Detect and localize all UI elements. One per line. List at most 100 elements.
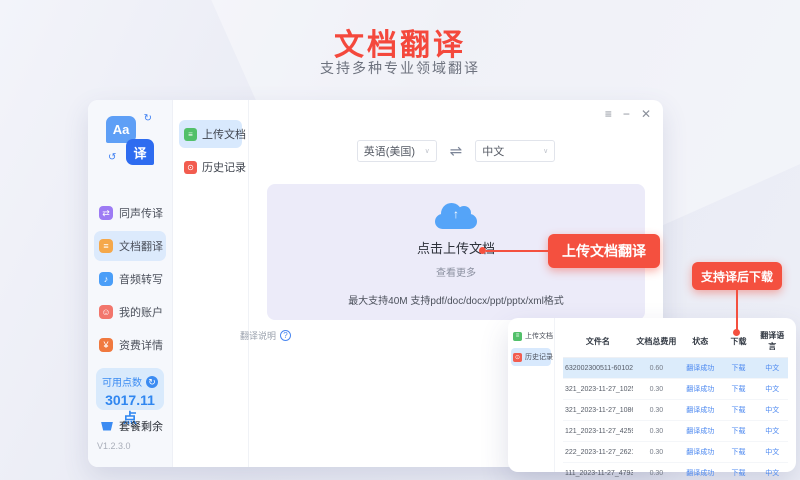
- sidebar-item-icon: ☺: [99, 305, 113, 319]
- sidebar-item-label: 资费详情: [119, 337, 163, 353]
- history-tab-item[interactable]: ⊙ 历史记录: [511, 348, 551, 366]
- sidebar-item-label: 我的账户: [119, 304, 163, 320]
- table-header-cell: 文档总费用: [633, 336, 680, 347]
- cell-download-link[interactable]: 下载: [721, 447, 757, 457]
- cell-download-link[interactable]: 下载: [721, 426, 757, 436]
- points-label: 可用点数: [102, 374, 142, 389]
- download-callout-badge: 支持译后下载: [692, 262, 782, 290]
- sidebar-item-icon: ¥: [99, 338, 113, 352]
- translation-help: 翻译说明 ?: [240, 329, 291, 342]
- cell-filename: 222_2023-11-27_2621..: [563, 449, 633, 456]
- app-logo: ↻ Aa 译 ↺: [106, 113, 156, 165]
- tabs: ≡ 上传文档 ⊙ 历史记录: [173, 120, 248, 181]
- cell-filename: 121_2023-11-27_4259..: [563, 428, 633, 435]
- cell-cost: 0.30: [633, 407, 680, 414]
- annotation-dot: [733, 329, 740, 336]
- cell-cost: 0.30: [633, 428, 680, 435]
- sidebar-item-label: 同声传译: [119, 205, 163, 221]
- cell-status: 翻译成功: [680, 468, 721, 478]
- sidebar-item-icon: ≡: [99, 239, 113, 253]
- annotation-dot: [479, 247, 486, 254]
- table-row[interactable]: 111_2023-11-27_4793.. 0.30 翻译成功 下载 中文: [563, 463, 788, 480]
- package-remaining[interactable]: 套餐剩余: [101, 418, 163, 434]
- cell-status: 翻译成功: [680, 384, 721, 394]
- history-tab-label: 上传文档: [525, 331, 553, 341]
- cart-icon: [101, 422, 113, 431]
- help-label: 翻译说明: [240, 329, 276, 342]
- tab-item[interactable]: ≡ 上传文档: [179, 120, 242, 148]
- sidebar-item[interactable]: ☺ 我的账户: [94, 297, 166, 327]
- upload-format-note: 最大支持40M 支持pdf/doc/docx/ppt/pptx/xml格式: [267, 292, 645, 307]
- history-table: 文件名 文档总费用 状态 下载 翻译语言 632002300511-60102K…: [555, 318, 796, 472]
- close-icon[interactable]: ✕: [641, 107, 651, 121]
- cell-filename: 321_2023-11-27_1086..: [563, 407, 633, 414]
- sidebar-item[interactable]: ≡ 文档翻译: [94, 231, 166, 261]
- cell-language: 中文: [757, 426, 789, 436]
- refresh-icon[interactable]: ↻: [146, 376, 158, 388]
- table-header-row: 文件名 文档总费用 状态 下载 翻译语言: [563, 326, 788, 358]
- minimize-icon[interactable]: −: [623, 107, 630, 121]
- table-row[interactable]: 121_2023-11-27_4259.. 0.30 翻译成功 下载 中文: [563, 421, 788, 442]
- cell-status: 翻译成功: [680, 426, 721, 436]
- cell-cost: 0.30: [633, 449, 680, 456]
- target-language-select[interactable]: 中文 ∨: [475, 140, 555, 162]
- tab-label: 历史记录: [202, 159, 246, 175]
- table-header-cell: 翻译语言: [757, 330, 789, 352]
- version-label: V1.2.3.0: [97, 441, 131, 451]
- cell-download-link[interactable]: 下载: [721, 384, 757, 394]
- annotation-line: [486, 250, 548, 252]
- cell-download-link[interactable]: 下载: [721, 405, 757, 415]
- cell-language: 中文: [757, 468, 789, 478]
- cell-language: 中文: [757, 363, 789, 373]
- sidebar-item[interactable]: ⇄ 同声传译: [94, 198, 166, 228]
- tab-item[interactable]: ⊙ 历史记录: [179, 153, 242, 181]
- cell-language: 中文: [757, 384, 789, 394]
- package-label: 套餐剩余: [119, 418, 163, 434]
- cell-download-link[interactable]: 下载: [721, 468, 757, 478]
- cell-filename: 632002300511-60102K..: [563, 365, 633, 372]
- sidebar-menu: ⇄ 同声传译 ≡ 文档翻译 ♪ 音频转写 ☺: [94, 198, 166, 363]
- sidebar-item[interactable]: ¥ 资费详情: [94, 330, 166, 360]
- history-tab-item[interactable]: ≡ 上传文档: [511, 327, 551, 345]
- table-header-cell: 下载: [721, 336, 757, 347]
- swap-languages-icon[interactable]: ⇌: [450, 142, 463, 160]
- cell-status: 翻译成功: [680, 447, 721, 457]
- table-row[interactable]: 632002300511-60102K.. 0.60 翻译成功 下载 中文: [563, 358, 788, 379]
- table-row[interactable]: 321_2023-11-27_1086.. 0.30 翻译成功 下载 中文: [563, 400, 788, 421]
- swap-arrow-icon: ↻: [144, 113, 152, 124]
- cell-language: 中文: [757, 405, 789, 415]
- history-tab-label: 历史记录: [525, 352, 553, 362]
- sidebar-item-label: 文档翻译: [119, 238, 163, 254]
- window-controls: ≡ − ✕: [605, 107, 651, 121]
- tab-label: 上传文档: [202, 126, 246, 142]
- annotation-line: [736, 290, 738, 332]
- chevron-down-icon: ∨: [425, 147, 430, 155]
- cell-language: 中文: [757, 447, 789, 457]
- cell-download-link[interactable]: 下载: [721, 363, 757, 373]
- target-language-value: 中文: [482, 143, 504, 159]
- logo-yi-bubble: 译: [126, 139, 154, 165]
- language-bar: 英语(美国) ∨ ⇌ 中文 ∨: [249, 140, 663, 162]
- history-tab-column: ≡ 上传文档 ⊙ 历史记录: [508, 318, 555, 472]
- table-header-cell: 文件名: [563, 336, 633, 347]
- cell-cost: 0.30: [633, 470, 680, 477]
- help-question-icon[interactable]: ?: [280, 330, 291, 341]
- cloud-upload-icon[interactable]: ↑: [435, 214, 477, 229]
- table-row[interactable]: 222_2023-11-27_2621.. 0.30 翻译成功 下载 中文: [563, 442, 788, 463]
- history-tab-icon: ≡: [513, 332, 522, 341]
- tab-icon: ≡: [184, 128, 197, 141]
- table-header-cell: 状态: [680, 336, 721, 347]
- cell-cost: 0.30: [633, 386, 680, 393]
- history-tab-icon: ⊙: [513, 353, 522, 362]
- upload-callout-badge: 上传文档翻译: [548, 234, 660, 268]
- sidebar-item[interactable]: ♪ 音频转写: [94, 264, 166, 294]
- table-body: 632002300511-60102K.. 0.60 翻译成功 下载 中文 32…: [563, 358, 788, 480]
- swap-arrow-icon: ↺: [108, 152, 116, 163]
- sidebar-item-icon: ♪: [99, 272, 113, 286]
- table-row[interactable]: 321_2023-11-27_1025.. 0.30 翻译成功 下载 中文: [563, 379, 788, 400]
- cell-filename: 321_2023-11-27_1025..: [563, 386, 633, 393]
- cell-status: 翻译成功: [680, 405, 721, 415]
- menu-icon[interactable]: ≡: [605, 107, 612, 121]
- source-language-select[interactable]: 英语(美国) ∨: [357, 140, 437, 162]
- tab-column: ≡ 上传文档 ⊙ 历史记录: [173, 100, 249, 467]
